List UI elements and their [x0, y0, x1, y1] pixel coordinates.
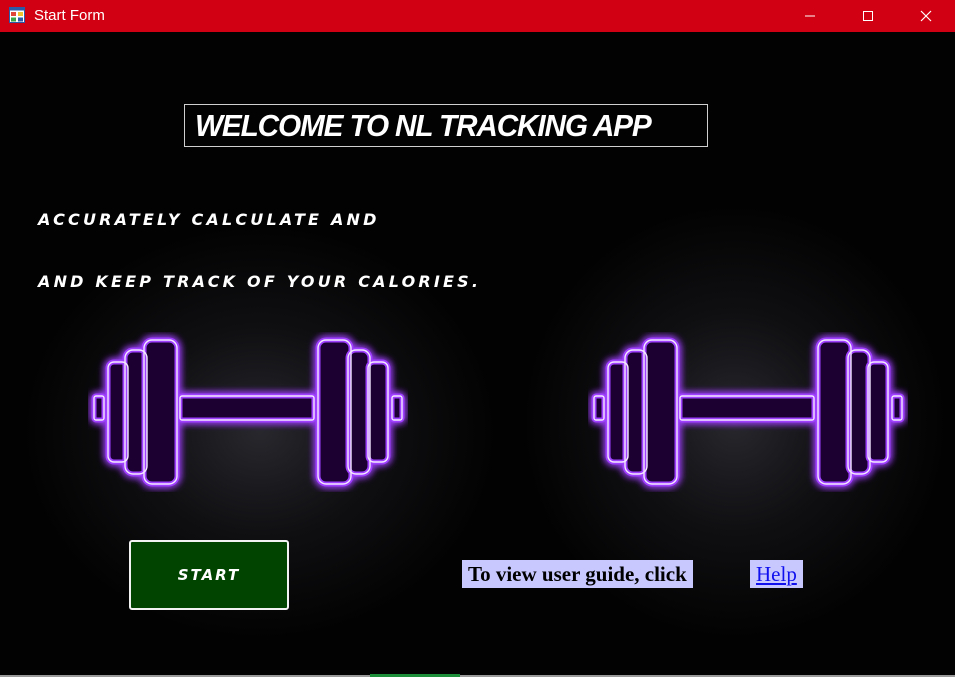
welcome-title: WELCOME TO NL TRACKING APP — [195, 107, 652, 143]
start-button[interactable]: START — [129, 540, 289, 610]
minimize-icon — [805, 15, 815, 17]
form-client-area: WELCOME TO NL TRACKING APP ACCURATELY CA… — [0, 32, 955, 677]
user-guide-label: To view user guide, click — [462, 560, 693, 588]
dumbbell-icon — [91, 337, 405, 487]
tagline-line-1: ACCURATELY CALCULATE AND — [38, 210, 380, 229]
maximize-button[interactable] — [839, 0, 897, 32]
dumbbell-icon — [591, 337, 905, 487]
form-icon — [9, 7, 25, 23]
minimize-button[interactable] — [781, 0, 839, 32]
tagline-line-2: AND KEEP TRACK OF YOUR CALORIES. — [38, 272, 482, 291]
welcome-banner: WELCOME TO NL TRACKING APP — [184, 104, 708, 147]
close-button[interactable] — [897, 0, 955, 32]
maximize-icon — [863, 11, 873, 21]
window-title: Start Form — [34, 7, 105, 24]
help-link[interactable]: Help — [750, 560, 803, 588]
title-bar: Start Form — [0, 0, 955, 32]
close-icon — [920, 10, 932, 22]
